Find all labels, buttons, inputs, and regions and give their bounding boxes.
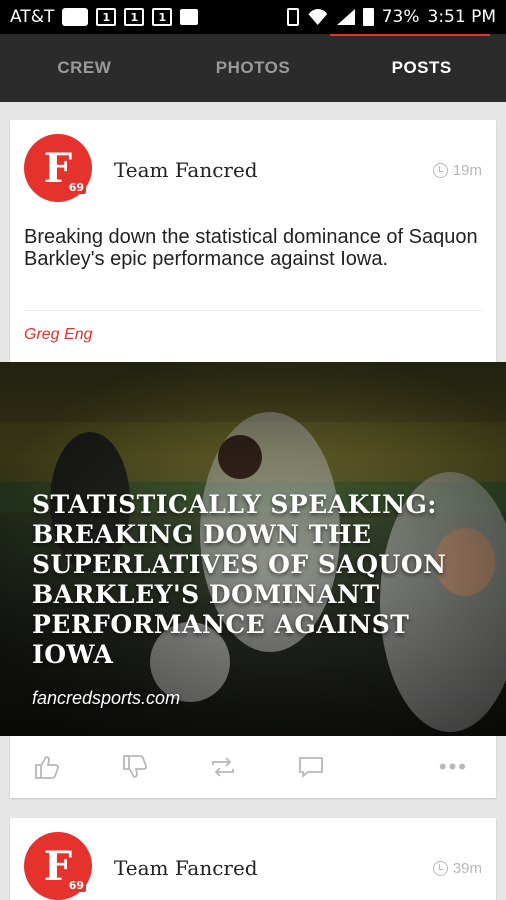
divider bbox=[24, 310, 482, 311]
post-header: F 69 Team Fancred 19m bbox=[10, 120, 496, 224]
post-time: 19m bbox=[432, 162, 482, 179]
avatar-badge: 69 bbox=[66, 181, 86, 194]
post-card: F 69 Team Fancred 39m bbox=[10, 818, 496, 900]
notification-icon: 1 bbox=[124, 8, 145, 26]
post-body: Breaking down the statistical dominance … bbox=[24, 226, 478, 270]
post-card: F 69 Team Fancred 19m Breaking down the … bbox=[0, 120, 506, 798]
like-icon[interactable] bbox=[32, 752, 62, 782]
post-actions: ••• bbox=[10, 736, 496, 798]
carrier-label: AT&T bbox=[10, 7, 55, 27]
avatar[interactable]: F 69 bbox=[24, 832, 92, 900]
clock-icon bbox=[432, 861, 448, 876]
post-time-label: 39m bbox=[452, 860, 482, 877]
post-byline[interactable]: Greg Eng bbox=[24, 326, 92, 344]
tab-posts[interactable]: POSTS bbox=[337, 34, 506, 102]
message-icon bbox=[62, 8, 89, 26]
post-time-label: 19m bbox=[452, 162, 482, 179]
notification-icon: 1 bbox=[152, 8, 173, 26]
repost-icon[interactable] bbox=[208, 752, 238, 782]
image-icon bbox=[180, 9, 199, 25]
post-time: 39m bbox=[432, 860, 482, 877]
battery-icon bbox=[362, 8, 374, 26]
tab-crew[interactable]: CREW bbox=[0, 34, 169, 102]
clock-time: 3:51 PM bbox=[427, 7, 497, 27]
post-header: F 69 Team Fancred 39m bbox=[10, 818, 496, 900]
author-name[interactable]: Team Fancred bbox=[114, 158, 258, 182]
loading-indicator bbox=[330, 34, 490, 36]
media-source: fancredsports.com bbox=[32, 688, 181, 708]
signal-icon bbox=[336, 9, 355, 25]
more-icon[interactable]: ••• bbox=[439, 754, 468, 780]
post-media[interactable]: Statistically Speaking: Breaking Down Th… bbox=[0, 362, 506, 736]
avatar[interactable]: F 69 bbox=[24, 134, 92, 202]
tab-bar: CREW PHOTOS POSTS bbox=[0, 34, 506, 102]
tab-photos[interactable]: PHOTOS bbox=[169, 34, 338, 102]
avatar-badge: 69 bbox=[66, 879, 86, 892]
clock-icon bbox=[432, 163, 448, 178]
media-headline: Statistically Speaking: Breaking Down Th… bbox=[32, 490, 447, 669]
vibrate-icon bbox=[286, 8, 299, 26]
dislike-icon[interactable] bbox=[120, 752, 150, 782]
wifi-icon bbox=[306, 9, 329, 25]
notification-icon: 1 bbox=[96, 8, 117, 26]
battery-level: 73% bbox=[381, 7, 420, 27]
comment-icon[interactable] bbox=[296, 752, 326, 782]
author-name[interactable]: Team Fancred bbox=[114, 856, 258, 880]
status-bar: AT&T 1 1 1 73% 3:51 PM bbox=[0, 0, 506, 34]
